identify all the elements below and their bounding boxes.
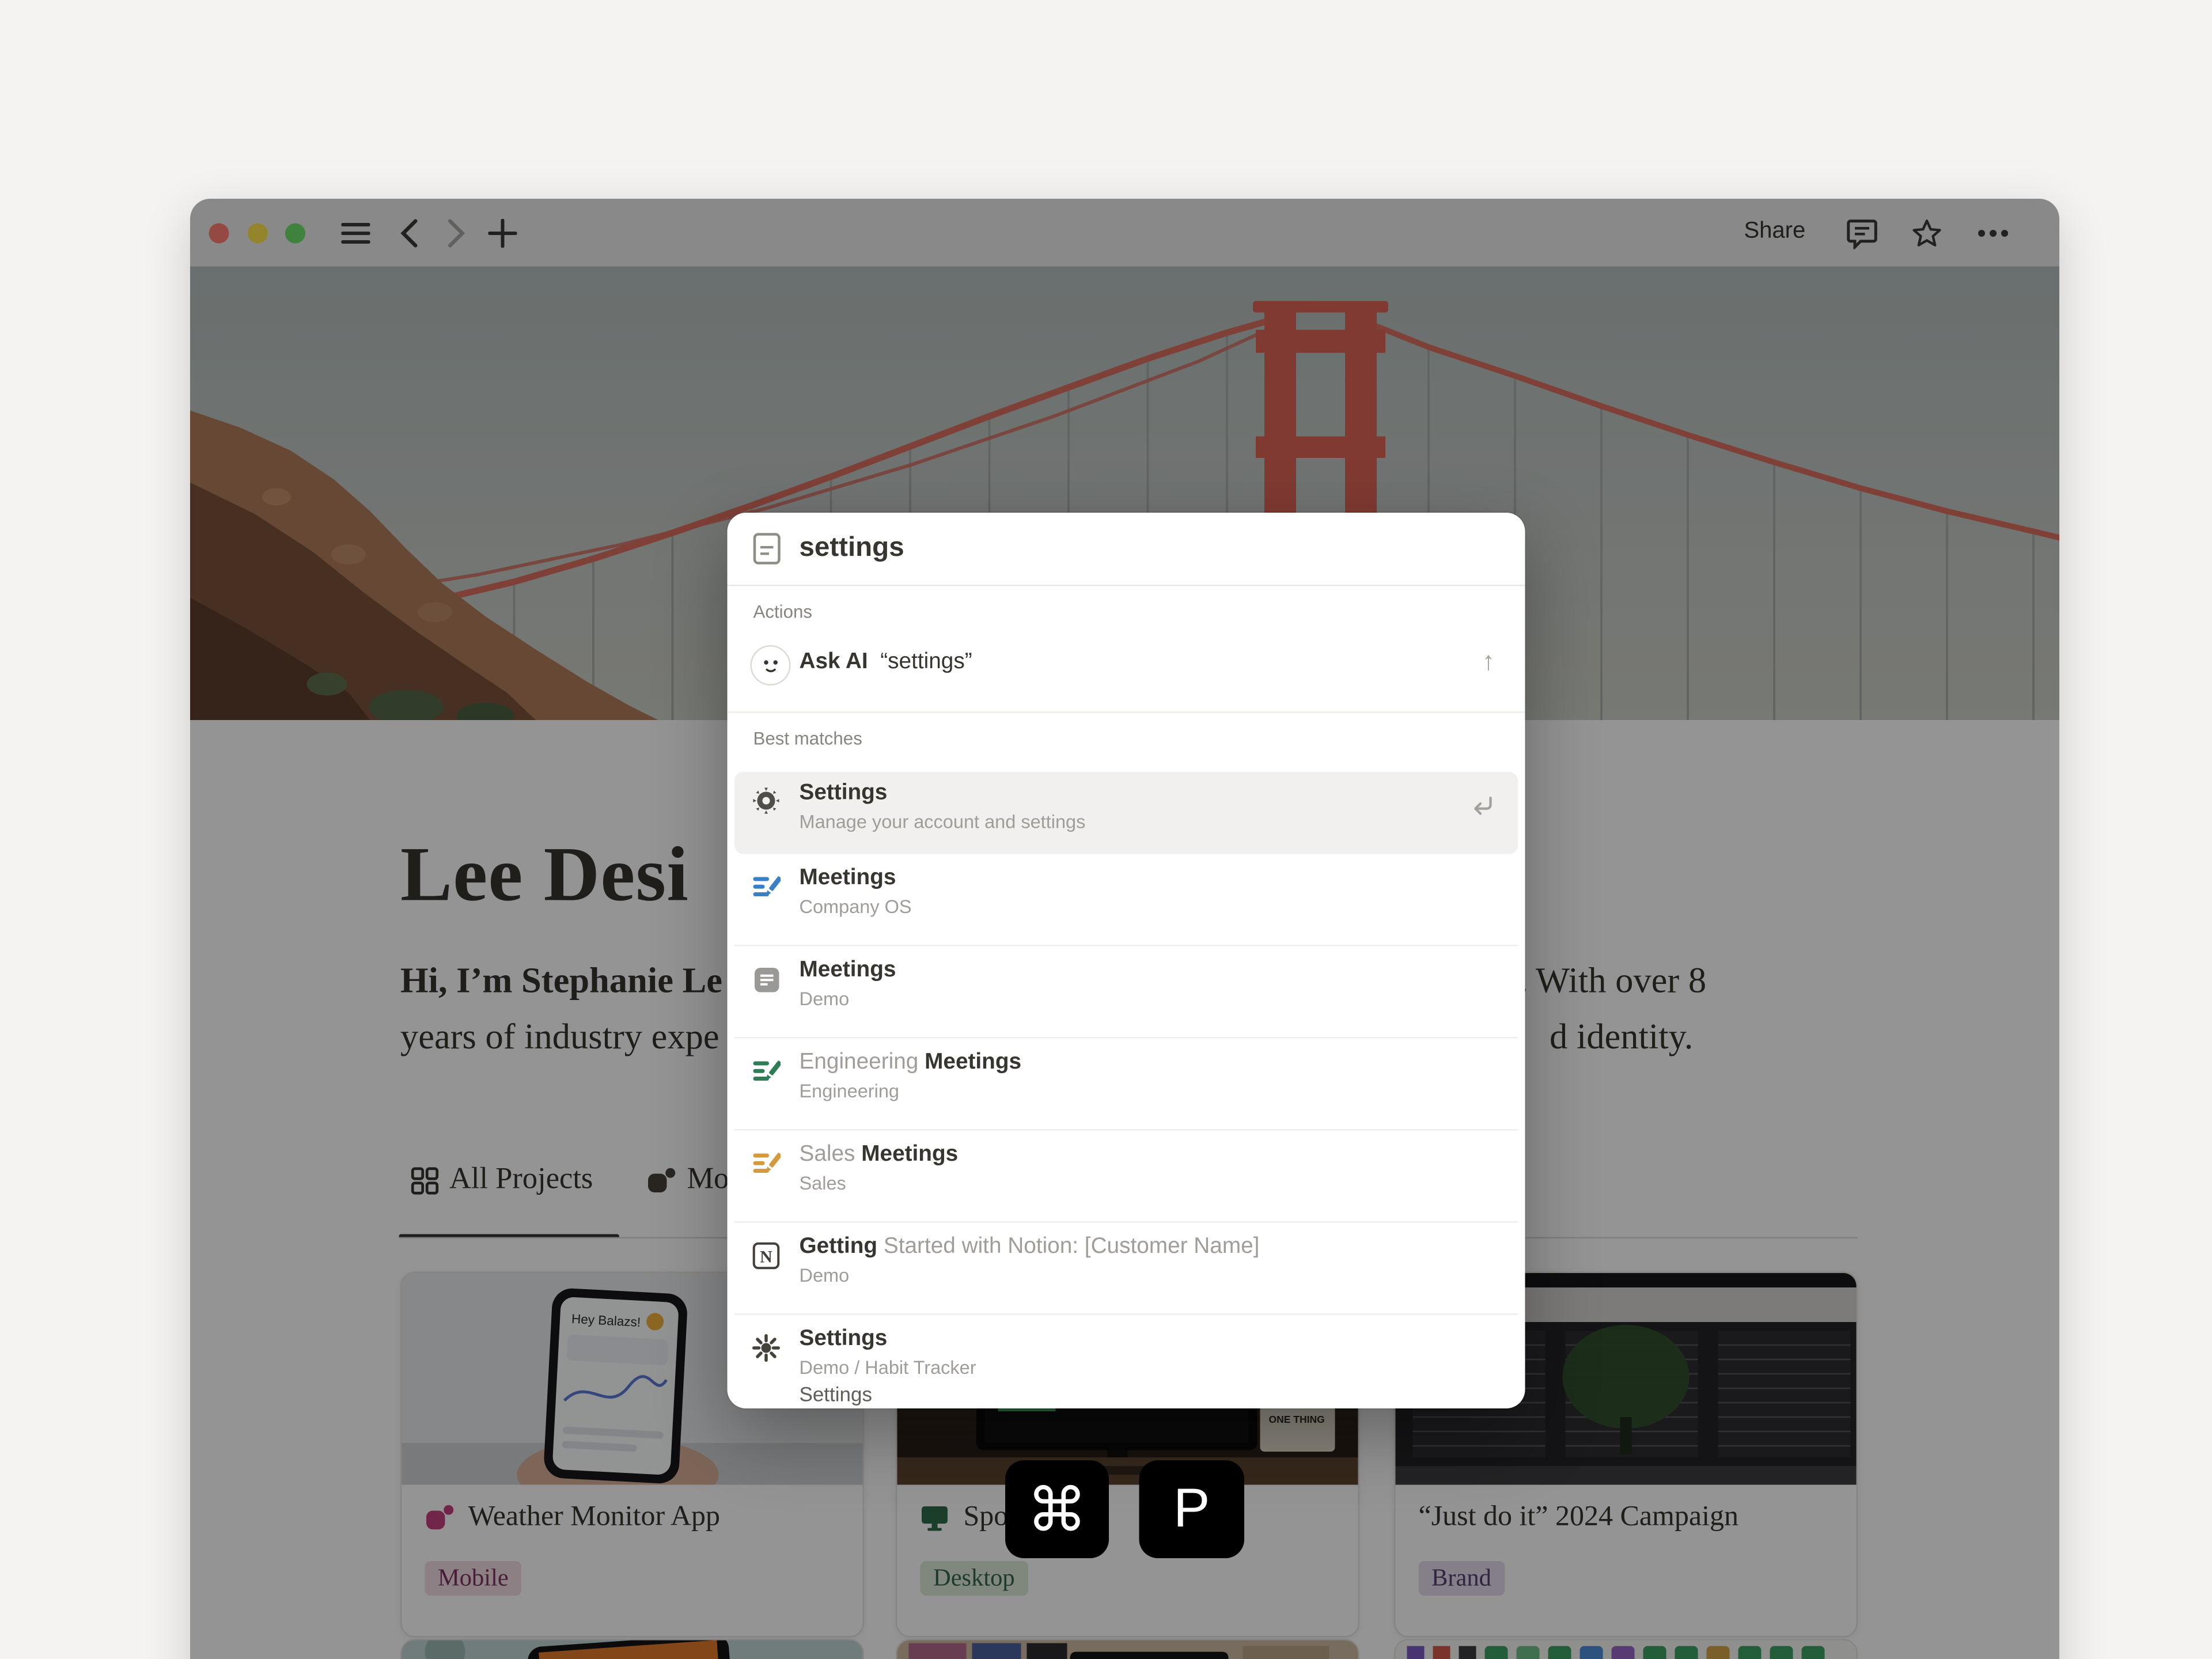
search-results-list: Settings Manage your account and setting… xyxy=(728,772,1525,1406)
sun-gear-icon xyxy=(751,1332,782,1364)
search-header xyxy=(728,513,1525,586)
meeting-notes-icon xyxy=(751,1056,782,1088)
search-input[interactable] xyxy=(797,513,1465,585)
notion-logo-icon: N xyxy=(751,1240,782,1272)
up-arrow-icon: ↑ xyxy=(1482,647,1495,677)
result-meetings-demo[interactable]: Meetings Demo xyxy=(734,945,1518,1037)
cmd-key-badge: ⌘ xyxy=(1005,1460,1109,1558)
page-search-icon xyxy=(753,533,781,565)
meeting-notes-icon xyxy=(751,872,782,903)
result-title: Getting Started with Notion: [Customer N… xyxy=(800,1234,1260,1260)
result-title: Meetings xyxy=(800,958,896,984)
screen: Share xyxy=(0,0,2212,1659)
result-engineering-meetings[interactable]: Engineering Meetings Engineering xyxy=(734,1037,1518,1129)
meeting-notes-icon xyxy=(751,1148,782,1180)
ask-ai-label: Ask AI “settings” xyxy=(800,650,972,676)
ask-ai-face-icon xyxy=(751,645,791,685)
result-getting-started[interactable]: N Getting Started with Notion: [Customer… xyxy=(734,1221,1518,1313)
quick-search-modal: Actions Ask AI “settings” ↑ Best matches… xyxy=(728,513,1525,1408)
svg-text:N: N xyxy=(760,1247,772,1266)
result-title: Sales Meetings xyxy=(800,1142,959,1168)
result-subtitle: Engineering xyxy=(800,1080,899,1102)
result-title: Meetings xyxy=(800,866,896,892)
best-matches-section-label: Best matches xyxy=(753,729,862,749)
actions-section-label: Actions xyxy=(753,602,813,622)
result-settings[interactable]: Settings Manage your account and setting… xyxy=(734,772,1518,854)
result-subtitle: Company OS xyxy=(800,896,912,918)
result-subtitle: Demo / Habit Tracker xyxy=(800,1357,976,1378)
result-subtitle: Manage your account and settings xyxy=(800,811,1086,833)
gear-icon xyxy=(751,785,782,817)
result-subtitle: Demo xyxy=(800,1264,850,1286)
section-divider xyxy=(728,711,1525,713)
document-icon xyxy=(751,964,782,995)
result-title: Settings xyxy=(800,781,888,806)
result-subtitle: Sales xyxy=(800,1172,846,1194)
result-title: Settings xyxy=(800,1327,888,1353)
ask-ai-action[interactable]: Ask AI “settings” ↑ xyxy=(734,631,1518,697)
next-result-cut-label: Settings xyxy=(800,1382,872,1406)
result-subtitle: Demo xyxy=(800,988,850,1010)
enter-key-icon xyxy=(1469,795,1495,818)
result-title: Engineering Meetings xyxy=(800,1050,1022,1076)
result-sales-meetings[interactable]: Sales Meetings Sales xyxy=(734,1129,1518,1221)
result-meetings-companyos[interactable]: Meetings Company OS xyxy=(734,854,1518,945)
p-key-badge: P xyxy=(1139,1460,1245,1558)
